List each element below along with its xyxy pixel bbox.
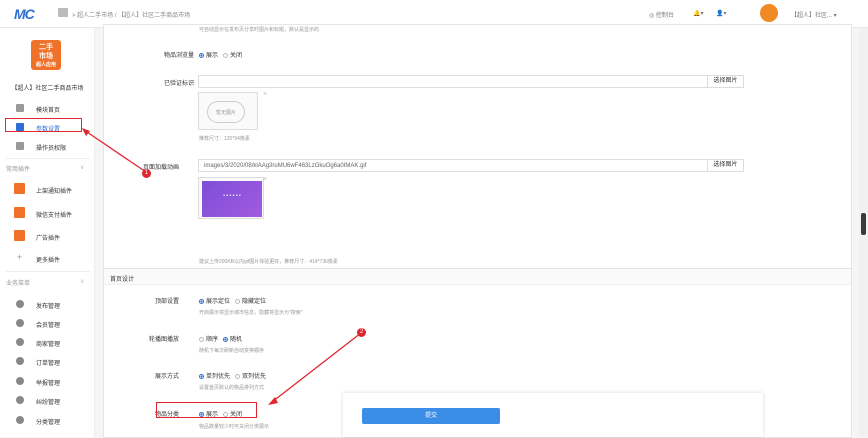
arrow-head-1 — [82, 128, 90, 136]
annotation-arrows — [82, 128, 362, 405]
marker-2: 2 — [357, 328, 366, 337]
arrow-line-1 — [83, 129, 147, 173]
marker-1: 1 — [142, 169, 151, 178]
arrow-line-2 — [271, 332, 362, 403]
